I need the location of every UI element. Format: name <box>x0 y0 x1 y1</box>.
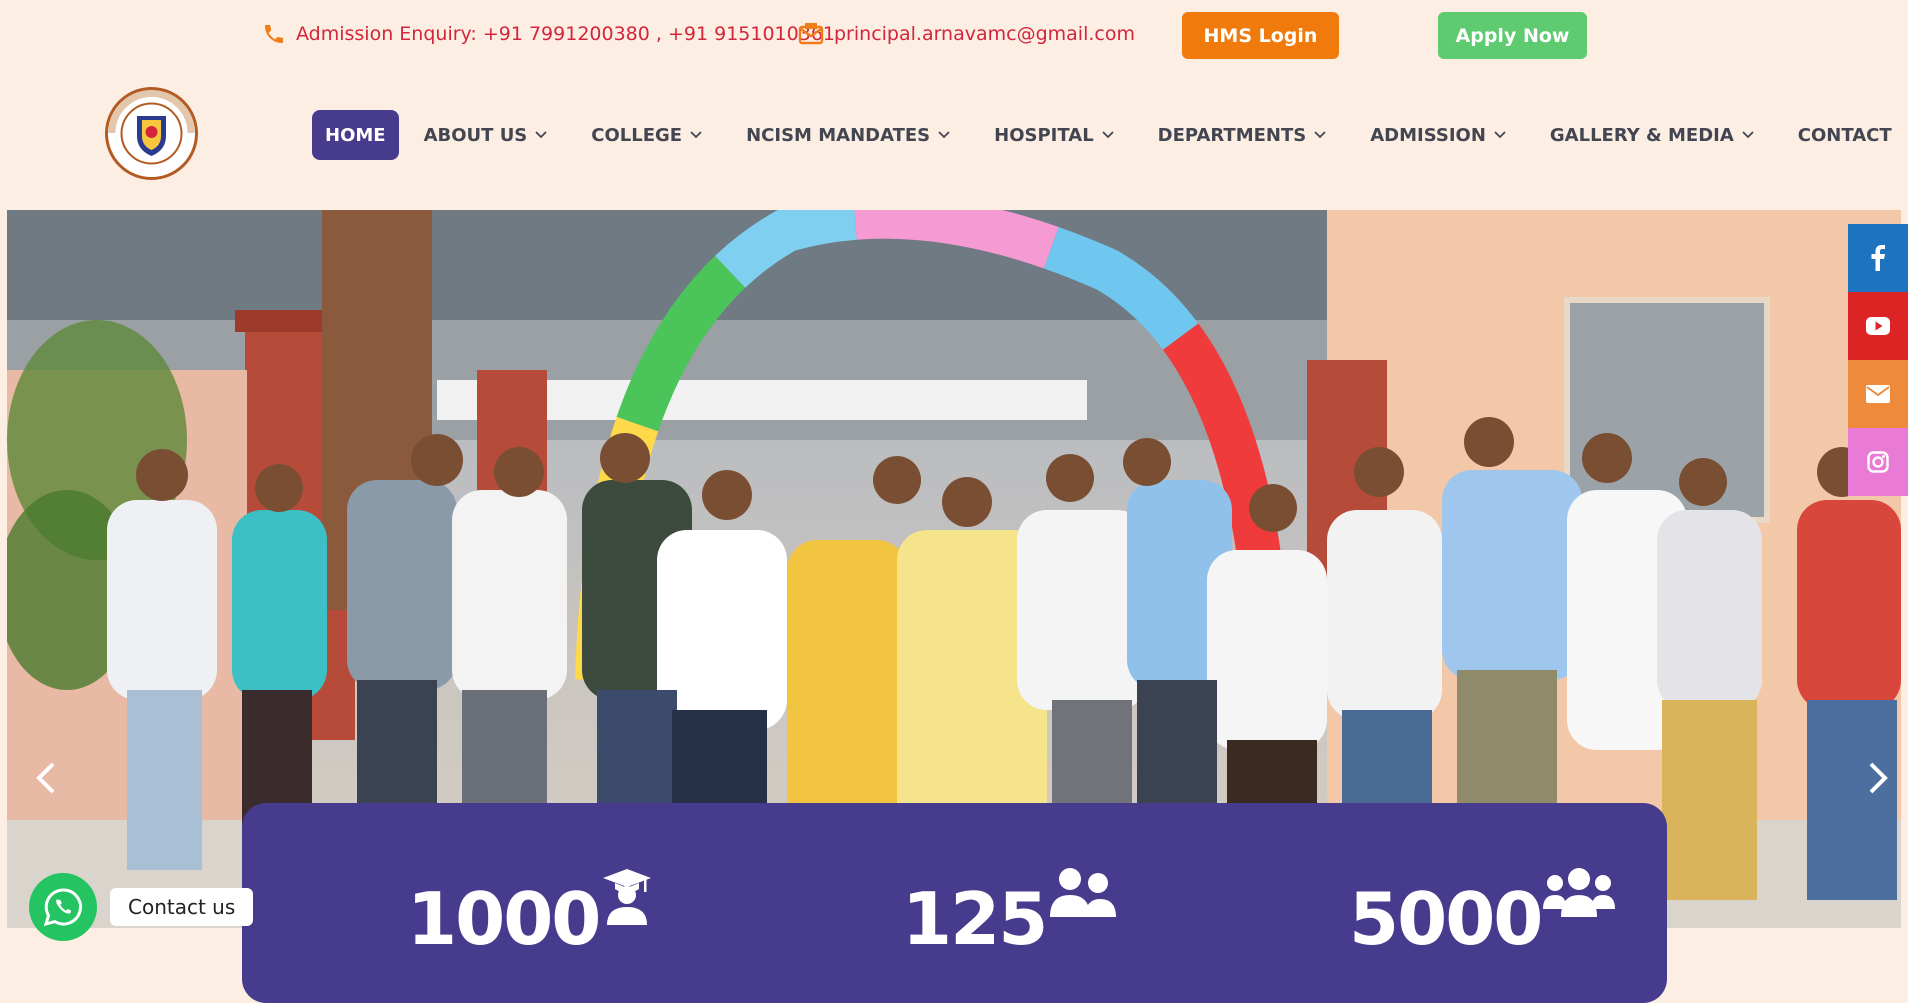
nav-item-label: CONTACT <box>1797 124 1892 146</box>
chevron-down-icon <box>1102 131 1114 139</box>
email-text: principal.arnavamc@gmail.com <box>834 23 1135 45</box>
instagram-link[interactable] <box>1848 428 1908 496</box>
nav-item-label: HOME <box>325 124 386 146</box>
nav-item-label: ABOUT US <box>423 124 528 146</box>
graduate-icon <box>603 869 652 925</box>
nav-item-gallery-media[interactable]: GALLERY & MEDIA <box>1550 110 1754 160</box>
stats-panel: 1000 125 5000 <box>242 803 1667 1003</box>
nav-item-label: NCISM MANDATES <box>746 124 931 146</box>
admission-enquiry-text: Admission Enquiry: +91 7991200380 , +91 … <box>296 23 835 45</box>
instagram-icon <box>1867 451 1889 473</box>
stat-patients: 5000 <box>1349 868 1616 961</box>
users-icon <box>1050 868 1117 917</box>
email-icon <box>798 23 824 45</box>
email-contact[interactable]: principal.arnavamc@gmail.com <box>798 22 1135 46</box>
chevron-left-icon[interactable] <box>27 758 67 798</box>
nav-item-label: GALLERY & MEDIA <box>1549 124 1734 146</box>
users-group-icon <box>1543 868 1616 917</box>
stat-value: 1000 <box>407 877 601 961</box>
social-sidebar <box>1848 224 1908 496</box>
stat-faculty: 125 <box>902 868 1118 961</box>
email-icon <box>1866 385 1890 403</box>
whatsapp-contact-label[interactable]: Contact us <box>110 888 254 926</box>
stat-students: 1000 <box>407 869 653 961</box>
top-bar: Admission Enquiry: +91 7991200380 , +91 … <box>0 0 1908 72</box>
chevron-down-icon <box>938 131 950 139</box>
nav-item-home[interactable]: HOME <box>312 110 399 160</box>
nav-item-admission[interactable]: ADMISSION <box>1370 110 1506 160</box>
chevron-down-icon <box>1742 131 1754 139</box>
nav-item-departments[interactable]: DEPARTMENTS <box>1158 110 1327 160</box>
nav-item-label: DEPARTMENTS <box>1157 124 1307 146</box>
chevron-down-icon <box>1314 131 1326 139</box>
nav-item-ncism-mandates[interactable]: NCISM MANDATES <box>746 110 950 160</box>
hms-login-button[interactable]: HMS Login <box>1182 12 1339 59</box>
email-link[interactable] <box>1848 360 1908 428</box>
facebook-icon <box>1871 245 1885 271</box>
nav-item-college[interactable]: COLLEGE <box>591 110 702 160</box>
stat-value: 5000 <box>1349 877 1543 961</box>
nav-item-label: COLLEGE <box>591 124 683 146</box>
whatsapp-icon <box>43 888 82 927</box>
stat-value: 125 <box>902 877 1048 961</box>
admission-enquiry[interactable]: Admission Enquiry: +91 7991200380 , +91 … <box>262 22 835 46</box>
chevron-down-icon <box>535 131 547 139</box>
nav-item-hospital[interactable]: HOSPITAL <box>994 110 1114 160</box>
institution-logo-icon <box>105 87 198 180</box>
youtube-link[interactable] <box>1848 292 1908 360</box>
phone-icon <box>265 25 283 43</box>
apply-now-button[interactable]: Apply Now <box>1438 12 1587 59</box>
chevron-right-icon[interactable] <box>1857 758 1897 798</box>
chevron-down-icon <box>690 131 702 139</box>
nav-item-label: HOSPITAL <box>994 124 1094 146</box>
whatsapp-button[interactable] <box>29 873 97 941</box>
main-navigation: HOME ABOUT US COLLEGE NCISM MANDATES HOS… <box>312 110 1892 160</box>
chevron-down-icon <box>1494 131 1506 139</box>
youtube-icon <box>1866 317 1890 335</box>
nav-item-contact[interactable]: CONTACT <box>1798 110 1892 160</box>
nav-item-label: ADMISSION <box>1370 124 1486 146</box>
logo[interactable] <box>104 86 199 181</box>
facebook-link[interactable] <box>1848 224 1908 292</box>
nav-item-about-us[interactable]: ABOUT US <box>424 110 548 160</box>
